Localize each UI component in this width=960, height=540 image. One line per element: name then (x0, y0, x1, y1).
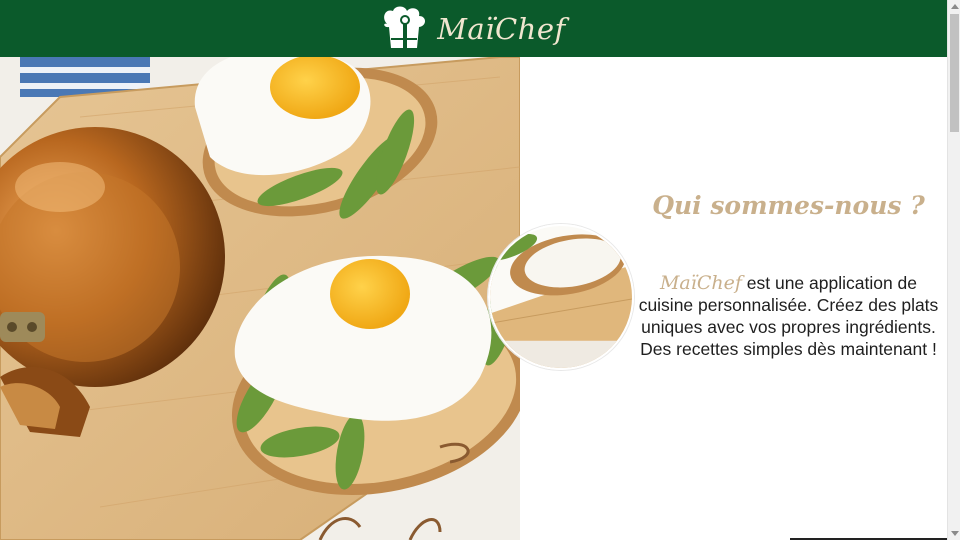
section-title: Qui sommes-nous ? (652, 191, 925, 220)
logo[interactable]: MaïChef (381, 6, 566, 52)
brand-name: MaïChef (659, 272, 742, 294)
about-section: Qui sommes-nous ? MaïChef est une applic… (630, 57, 947, 540)
toast-inset-image (488, 224, 634, 370)
scroll-down-icon[interactable] (951, 531, 959, 536)
logo-text: MaïChef (437, 11, 566, 46)
chef-hat-icon (384, 6, 426, 48)
site-header: MaïChef (0, 0, 947, 57)
scroll-up-icon[interactable] (951, 4, 959, 9)
eggs-avocado-toast-photo (0, 57, 520, 540)
scroll-thumb[interactable] (950, 14, 959, 132)
page-scrollbar[interactable] (947, 0, 960, 540)
about-description: MaïChef est une application de cuisine p… (639, 272, 939, 360)
hero-image (0, 57, 520, 540)
toast-closeup-photo (490, 226, 632, 368)
